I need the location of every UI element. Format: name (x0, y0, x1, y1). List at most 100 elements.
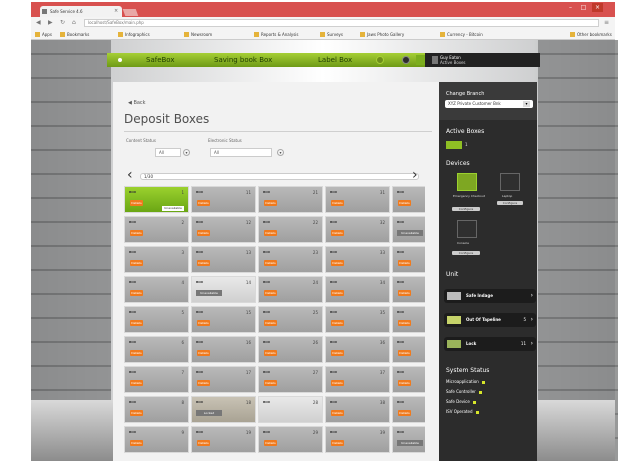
back-link[interactable]: ◀ Back (128, 100, 146, 106)
box-details-button[interactable]: Details (130, 410, 143, 416)
deposit-box-cell[interactable]: BOX 17 Details (191, 366, 256, 393)
configure-button[interactable]: Configure (497, 201, 523, 205)
content-status-select[interactable]: All (155, 148, 181, 157)
prev-page-icon[interactable]: ‹ (127, 168, 133, 182)
chevron-down-icon[interactable]: ▾ (183, 149, 190, 156)
deposit-box-cell[interactable]: BOX 5 Details (124, 306, 189, 333)
box-details-button[interactable]: Details (130, 320, 143, 326)
configure-button[interactable]: Configure (452, 251, 480, 255)
browser-tab[interactable]: Safe Service 4.6 (40, 6, 122, 17)
deposit-box-cell[interactable]: BOX48Details (392, 396, 425, 423)
bookmark-item[interactable]: Surveys (320, 31, 343, 38)
close-tab-icon[interactable]: × (114, 8, 118, 14)
deposit-box-cell[interactable]: BOX 8 Details (124, 396, 189, 423)
deposit-box-cell[interactable]: BOX47Details (392, 366, 425, 393)
deposit-box-cell[interactable]: BOX 33 Details (325, 246, 390, 273)
nav-item-label-box[interactable]: Label Box (318, 53, 352, 67)
box-details-button[interactable]: Details (331, 380, 344, 386)
box-details-button[interactable]: Details (264, 290, 277, 296)
deposit-box-cell[interactable]: BOX 11 Details (191, 186, 256, 213)
bookmark-item[interactable]: Apps (35, 31, 52, 38)
box-details-button[interactable]: Details (130, 350, 143, 356)
deposit-box-cell[interactable]: BOX 1 Details Unavailable (124, 186, 189, 213)
deposit-box-cell[interactable]: BOX 29 Details (258, 426, 323, 453)
deposit-box-cell[interactable]: BOX 18 Locked (191, 396, 256, 423)
box-details-button[interactable]: Details (398, 380, 411, 386)
deposit-box-cell[interactable]: BOX 9 Details (124, 426, 189, 453)
unit-row[interactable]: Safe Indage › (444, 289, 536, 303)
deposit-box-cell[interactable]: BOX 2 Details (124, 216, 189, 243)
nav-item-saving-book-box[interactable]: Saving book Box (214, 53, 272, 67)
deposit-box-cell[interactable]: BOX 38 Details (325, 396, 390, 423)
branch-select[interactable]: XYZ Private Customer Bnk (445, 100, 533, 108)
deposit-box-cell[interactable]: BOX 25 Details (258, 306, 323, 333)
emergency-device-icon[interactable] (457, 173, 477, 191)
box-details-button[interactable]: Details (398, 350, 411, 356)
box-details-button[interactable]: Details (331, 260, 344, 266)
user-info[interactable]: Guy Eaton Active Boxes (430, 54, 538, 66)
deposit-box-cell[interactable]: BOX 34 Details (325, 276, 390, 303)
deposit-box-cell[interactable]: BOX 22 Details (258, 216, 323, 243)
deposit-box-cell[interactable]: BOX45Details (392, 306, 425, 333)
box-details-button[interactable]: Details (197, 260, 210, 266)
deposit-box-cell[interactable]: BOX 13 Details (191, 246, 256, 273)
unit-row[interactable]: Lock 11 › (444, 337, 536, 351)
deposit-box-cell[interactable]: BOX 23 Details (258, 246, 323, 273)
nav-item-safebox[interactable]: SafeBox (146, 53, 175, 67)
box-details-button[interactable]: Details (197, 230, 210, 236)
box-details-button[interactable]: Details (264, 320, 277, 326)
box-details-button[interactable]: Details (331, 320, 344, 326)
box-details-button[interactable]: Details (398, 200, 411, 206)
new-tab-button[interactable] (122, 9, 139, 16)
box-details-button[interactable]: Details (197, 350, 210, 356)
box-details-button[interactable]: Details (264, 380, 277, 386)
box-details-button[interactable]: Details (398, 290, 411, 296)
close-window-icon[interactable]: × (592, 3, 603, 12)
chevron-down-icon[interactable]: ▾ (277, 149, 284, 156)
console-device-icon[interactable] (457, 220, 477, 238)
box-details-button[interactable]: Details (398, 410, 411, 416)
deposit-box-cell[interactable]: BOX 35 Details (325, 306, 390, 333)
box-details-button[interactable]: Details (398, 260, 411, 266)
box-details-button[interactable]: Details (130, 380, 143, 386)
deposit-box-cell[interactable]: BOX 19 Details (191, 426, 256, 453)
refresh-icon[interactable] (376, 56, 384, 64)
box-details-button[interactable]: Details (130, 200, 143, 206)
box-action-button[interactable]: Unavailable (162, 206, 184, 211)
home-icon[interactable]: ⌂ (72, 19, 76, 26)
deposit-box-cell[interactable]: BOX44Details (392, 276, 425, 303)
forward-icon[interactable]: ▶ (48, 19, 53, 26)
unit-row[interactable]: Out Of Tapeline 5 › (444, 313, 536, 327)
deposit-box-cell[interactable]: BOX46Details (392, 336, 425, 363)
box-details-button[interactable]: Details (331, 290, 344, 296)
deposit-box-cell[interactable]: BOX 16 Details (191, 336, 256, 363)
deposit-box-cell[interactable]: BOX 3 Details (124, 246, 189, 273)
deposit-box-cell[interactable]: BOX 14 Unavailable (191, 276, 256, 303)
deposit-box-cell[interactable]: BOX 27 Details (258, 366, 323, 393)
box-details-button[interactable]: Details (331, 440, 344, 446)
page-input[interactable]: 1/30 (140, 173, 419, 180)
power-icon[interactable] (416, 55, 425, 65)
deposit-box-cell[interactable]: BOX 21 Details (258, 186, 323, 213)
bookmark-item[interactable]: Reports & Analysis (254, 31, 299, 38)
deposit-box-cell[interactable]: BOX 36 Details (325, 336, 390, 363)
deposit-box-cell[interactable]: BOX 12 Details (191, 216, 256, 243)
url-input[interactable]: localhost/SafeBox/main.php (84, 19, 599, 27)
box-details-button[interactable]: Details (398, 320, 411, 326)
electronic-status-select[interactable]: All (210, 148, 272, 157)
configure-button[interactable]: Configure (452, 207, 480, 211)
bookmark-item[interactable]: Currency - Bitcoin (440, 31, 483, 38)
box-details-button[interactable]: Details (264, 230, 277, 236)
box-details-button[interactable]: Details (264, 200, 277, 206)
box-details-button[interactable]: Details (130, 290, 143, 296)
bookmark-item[interactable]: Bookmarks (60, 31, 89, 38)
menu-icon[interactable]: ≡ (604, 19, 609, 26)
next-page-icon[interactable]: › (412, 168, 418, 182)
deposit-box-cell[interactable]: BOX 15 Details (191, 306, 256, 333)
box-details-button[interactable]: Details (331, 230, 344, 236)
box-details-button[interactable]: Details (197, 320, 210, 326)
box-details-button[interactable]: Details (331, 350, 344, 356)
minimize-icon[interactable]: – (565, 3, 576, 12)
deposit-box-cell[interactable]: BOX49DetailsUnavailable (392, 426, 425, 453)
reload-icon[interactable]: ↻ (60, 19, 65, 26)
